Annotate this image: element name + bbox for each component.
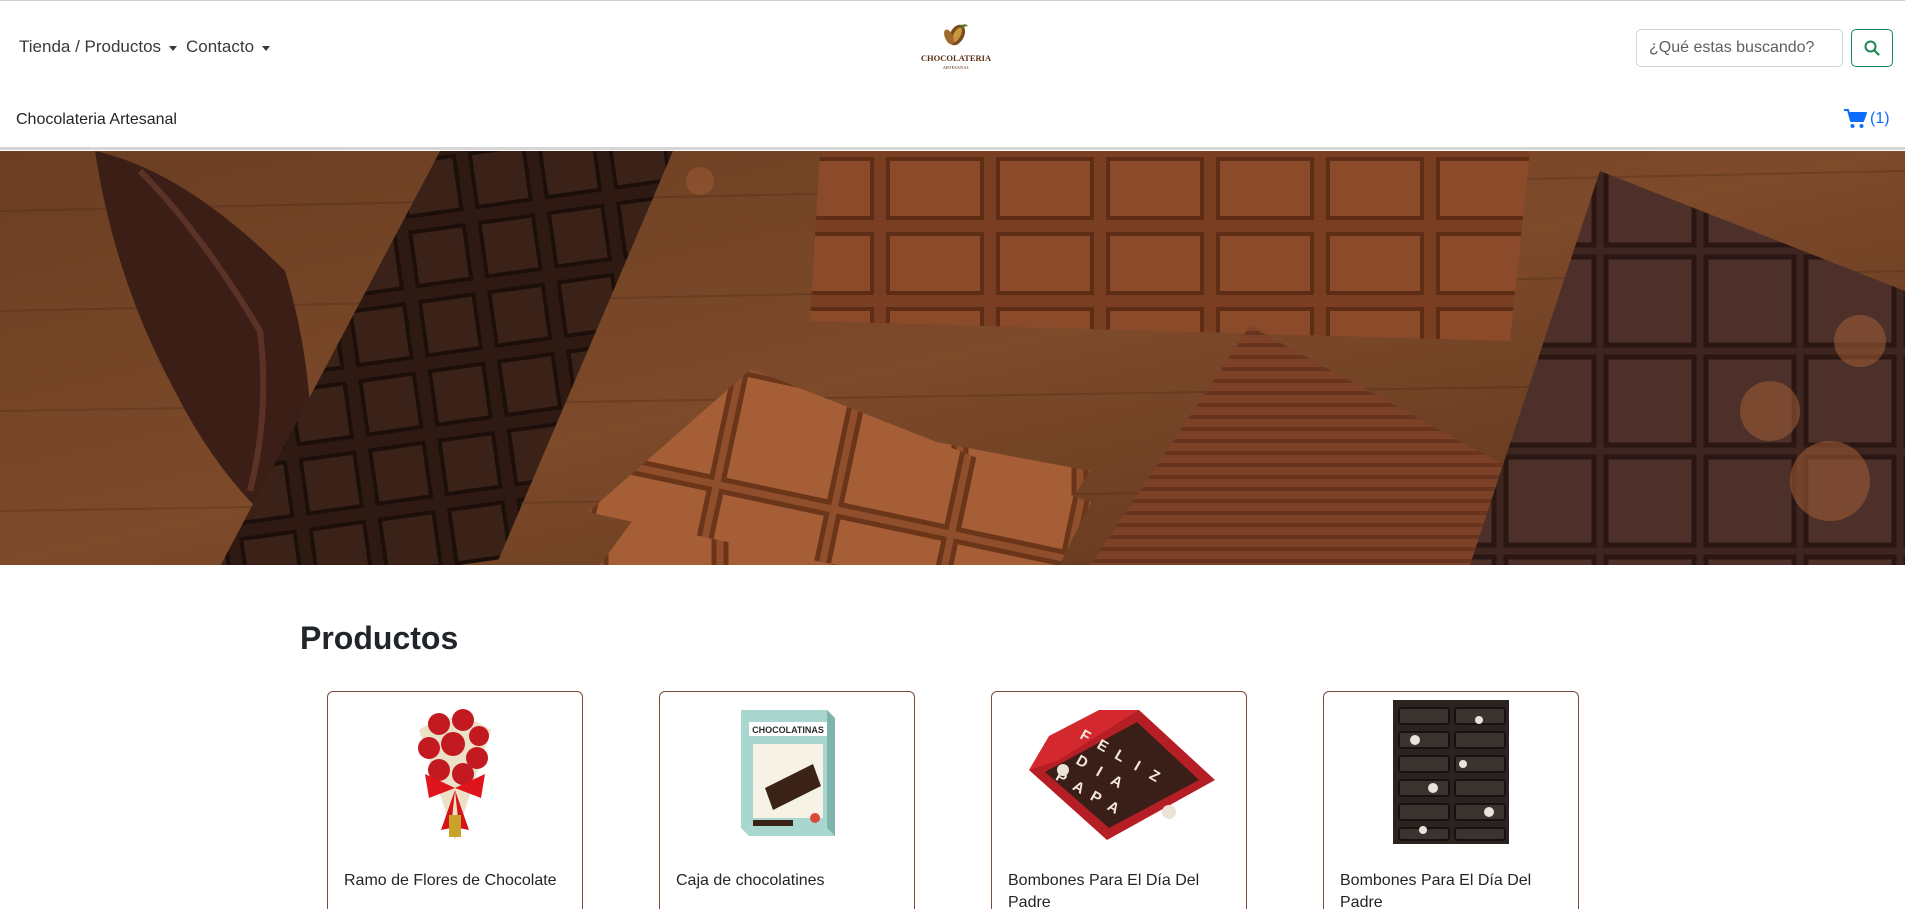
chocolate-bars-illustration (0, 151, 1905, 565)
site-logo[interactable]: CHOCOLATERIA ARTESANAL (921, 21, 991, 75)
product-name: Bombones Para El Día Del Padre (1340, 872, 1532, 909)
cocoa-pod-logo-icon: CHOCOLATERIA ARTESANAL (921, 24, 991, 70)
product-card[interactable]: CHOCOLATINAS Caja de chocolatines (659, 691, 915, 909)
search-input[interactable] (1636, 29, 1843, 67)
chevron-down-icon (262, 45, 271, 51)
logo-text-line1: CHOCOLATERIA (921, 53, 991, 63)
product-name: Ramo de Flores de Chocolate (344, 872, 557, 889)
shopping-cart-icon (1844, 109, 1867, 128)
search-icon (1864, 40, 1880, 56)
top-navbar: Tienda / Productos Contacto CHOCOLATERIA… (0, 0, 1905, 94)
dark-bonbons-box-image (1393, 700, 1509, 849)
product-card[interactable]: Ramo de Flores de Chocolate (327, 691, 583, 909)
chocolatines-box-image: CHOCOLATINAS (731, 700, 843, 849)
product-name: Caja de chocolatines (676, 872, 825, 889)
cart-count: (1) (1870, 110, 1890, 127)
chevron-down-icon (169, 45, 178, 51)
contact-dropdown[interactable]: Contacto (186, 37, 271, 57)
product-card[interactable]: F E L I Z D I A P A P A Bombones Para El… (991, 691, 1247, 909)
cart-button[interactable]: (1) (1843, 108, 1890, 130)
rose-bouquet-image (399, 700, 511, 849)
brand-bar: Chocolateria Artesanal (1) (0, 94, 1905, 150)
contact-label: Contacto (186, 37, 255, 56)
feliz-dia-papa-box-image: F E L I Z D I A P A P A (1019, 700, 1219, 849)
logo-text-line2: ARTESANAL (943, 65, 970, 70)
product-card[interactable]: Bombones Para El Día Del Padre (1323, 691, 1579, 909)
svg-text:CHOCOLATINAS: CHOCOLATINAS (752, 725, 824, 735)
brand-name[interactable]: Chocolateria Artesanal (16, 111, 177, 129)
products-heading: Productos (300, 620, 459, 656)
hero-banner-image (0, 151, 1905, 565)
shop-products-dropdown[interactable]: Tienda / Productos (19, 37, 178, 57)
product-name: Bombones Para El Día Del Padre (1008, 872, 1200, 909)
search-button[interactable] (1851, 29, 1893, 67)
shop-products-label: Tienda / Productos (19, 37, 162, 56)
